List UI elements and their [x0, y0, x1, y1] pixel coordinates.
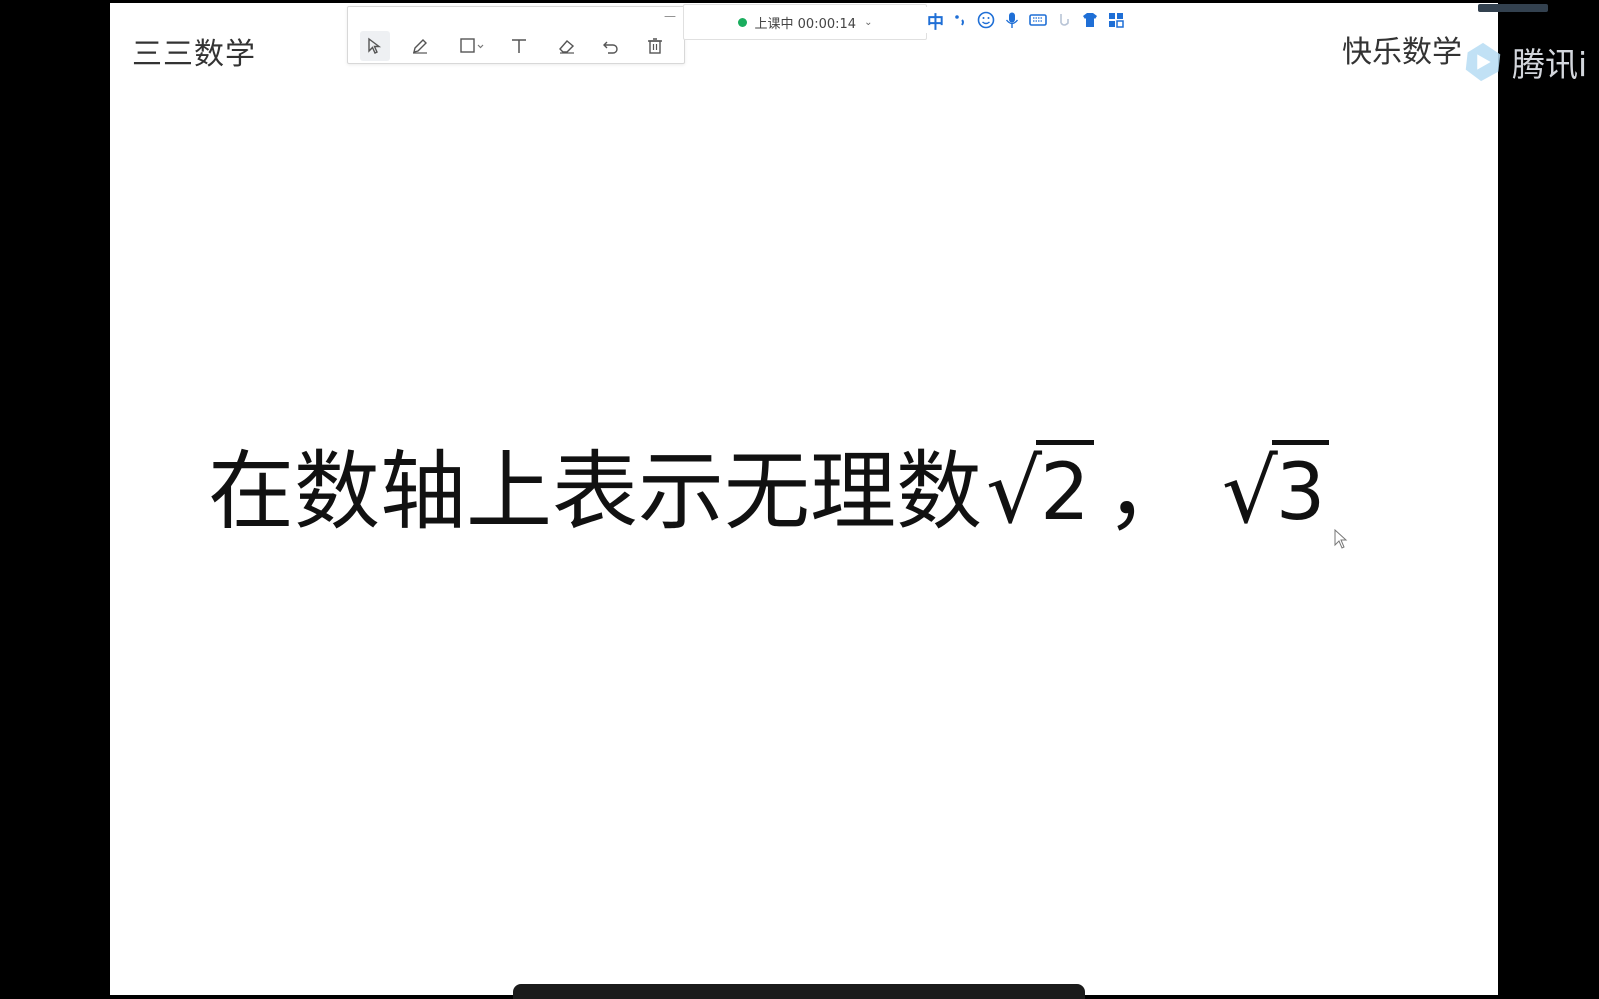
- sqrt-2: √ 2: [986, 437, 1094, 547]
- watermark-left: 三三数学: [132, 37, 256, 72]
- ime-toolbar: 中: [925, 7, 1134, 33]
- pen-icon: [413, 39, 427, 54]
- headline-separator: ，: [1105, 442, 1192, 542]
- keyboard-icon[interactable]: [1028, 10, 1048, 30]
- arrow-cursor-icon: [368, 37, 382, 54]
- text-tool-button[interactable]: [504, 31, 534, 61]
- class-status-text: 上课中 00:00:14: [754, 16, 857, 32]
- undo-tool-button[interactable]: [596, 31, 626, 61]
- undo-icon: [603, 41, 618, 54]
- chevron-down-icon[interactable]: ⌄: [864, 17, 872, 28]
- handwriting-icon[interactable]: [1054, 10, 1074, 30]
- select-tool-button[interactable]: [360, 31, 390, 61]
- watermark-right: 快乐数学: [1342, 35, 1462, 70]
- class-status-pill[interactable]: 上课中 00:00:14 ⌄: [683, 4, 927, 40]
- horizontal-scrollbar[interactable]: [513, 984, 1085, 999]
- app-logo: 腾讯i: [1460, 38, 1587, 86]
- sqrt-3: √ 3: [1222, 437, 1330, 547]
- radical-sign: √: [986, 440, 1043, 543]
- slide-canvas: 三三数学 快乐数学 在数轴上表示无理数 √ 2 ， √ 3: [110, 3, 1498, 995]
- mouse-cursor-icon: [1334, 529, 1348, 549]
- app-logo-text: 腾讯i: [1512, 45, 1588, 84]
- window-title-strip: [1478, 4, 1548, 12]
- punctuation-icon[interactable]: [950, 10, 970, 30]
- tencent-meeting-logo-icon: [1465, 42, 1501, 82]
- shape-tool-button[interactable]: [452, 31, 492, 61]
- slide-headline: 在数轴上表示无理数 √ 2 ， √ 3: [208, 437, 1408, 547]
- eraser-tool-button[interactable]: [552, 31, 582, 61]
- headline-text: 在数轴上表示无理数: [208, 442, 982, 542]
- rectangle-icon: [460, 38, 484, 53]
- radicand-3: 3: [1271, 440, 1330, 541]
- trash-icon: [648, 38, 662, 54]
- ime-mode-toggle[interactable]: 中: [927, 8, 944, 33]
- live-indicator-dot: [737, 17, 747, 27]
- minimize-icon[interactable]: —: [664, 9, 676, 23]
- pen-tool-button[interactable]: [405, 31, 435, 61]
- toolbox-icon[interactable]: [1106, 10, 1126, 30]
- radical-sign: √: [1221, 440, 1278, 543]
- annotation-toolbar: —: [347, 6, 685, 64]
- delete-tool-button[interactable]: [640, 31, 670, 61]
- emoji-icon[interactable]: [976, 10, 996, 30]
- text-t-icon: [512, 39, 526, 53]
- radicand-2: 2: [1036, 440, 1094, 541]
- eraser-icon: [559, 40, 575, 54]
- skin-icon[interactable]: [1080, 10, 1100, 30]
- microphone-icon[interactable]: [1002, 10, 1022, 30]
